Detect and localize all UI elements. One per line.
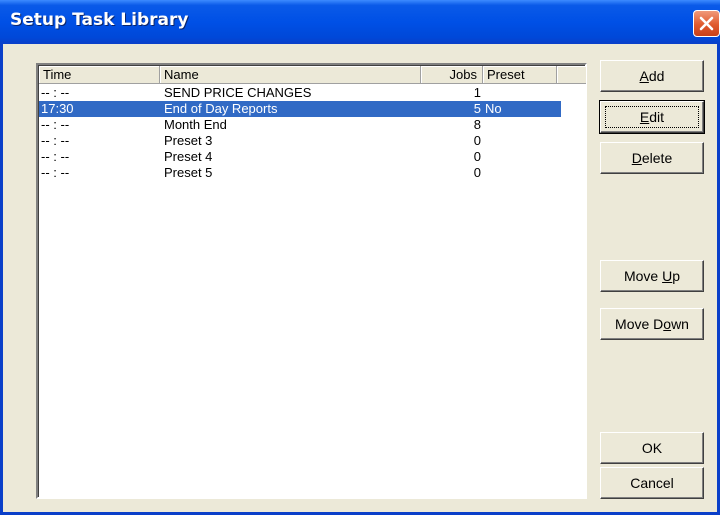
button-label: Move D [615,316,664,332]
delete-button[interactable]: Delete [600,142,704,174]
row-time: 17:30 [41,101,74,116]
column-header-label: Jobs [449,67,477,82]
close-button[interactable] [693,10,720,37]
title-bar[interactable]: Setup Task Library [0,0,720,44]
row-jobs: 1 [473,85,481,100]
row-jobs: 0 [473,133,481,148]
column-header-filler [557,66,586,84]
column-header-label: Preset [487,67,525,82]
row-name: Preset 4 [164,149,213,164]
table-row[interactable]: -- : -- SEND PRICE CHANGES 1 [39,85,561,101]
button-label: Move [623,268,663,284]
button-accelerator: U [662,268,673,284]
table-row-selected[interactable]: 17:30 End of Day Reports 5 No [39,101,561,117]
column-header-preset[interactable]: Preset [483,66,557,84]
row-jobs: 8 [473,117,481,132]
row-name: Preset 3 [164,133,213,148]
button-label: dd [648,68,665,84]
table-row[interactable]: -- : -- Preset 4 0 [39,149,561,165]
button-label: elete [641,150,673,166]
cancel-button[interactable]: Cancel [600,467,704,499]
column-header-time[interactable]: Time [39,66,160,84]
table-row[interactable]: -- : -- Month End 8 [39,117,561,133]
row-time: -- : -- [41,85,70,100]
column-header-label: Time [43,67,72,82]
close-icon [699,16,714,31]
button-label: p [672,268,681,284]
button-accelerator: o [663,316,672,332]
row-jobs: 0 [473,165,481,180]
row-name: Preset 5 [164,165,213,180]
row-time: -- : -- [41,133,70,148]
row-jobs: 0 [473,149,481,164]
row-time: -- : -- [41,117,70,132]
row-time: -- : -- [41,149,70,164]
column-header-jobs[interactable]: Jobs [421,66,483,84]
row-time: -- : -- [41,165,70,180]
setup-task-library-dialog: Setup Task Library Time Name Jobs Preset… [0,0,720,515]
row-jobs: 5 [473,101,481,116]
row-preset: No [485,101,502,116]
row-name: End of Day Reports [164,101,278,116]
move-down-button[interactable]: Move Down [600,308,704,340]
list-header: Time Name Jobs Preset [39,66,586,84]
button-label: OK [641,440,663,456]
button-accelerator: A [639,68,649,84]
table-row[interactable]: -- : -- Preset 3 0 [39,133,561,149]
table-row[interactable]: -- : -- Preset 5 0 [39,165,561,181]
focus-rect [605,106,699,128]
button-accelerator: D [631,150,642,166]
add-button[interactable]: Add [600,60,704,92]
task-list[interactable]: Time Name Jobs Preset -- : -- SEND PRICE… [36,63,587,499]
button-label: Cancel [630,475,674,491]
button-label: wn [671,316,689,332]
column-header-name[interactable]: Name [160,66,421,84]
row-name: SEND PRICE CHANGES [164,85,312,100]
column-header-label: Name [164,67,199,82]
window-title: Setup Task Library [10,10,189,30]
edit-button[interactable]: Edit [599,100,705,134]
ok-button[interactable]: OK [600,432,704,464]
move-up-button[interactable]: Move Up [600,260,704,292]
row-name: Month End [164,117,227,132]
